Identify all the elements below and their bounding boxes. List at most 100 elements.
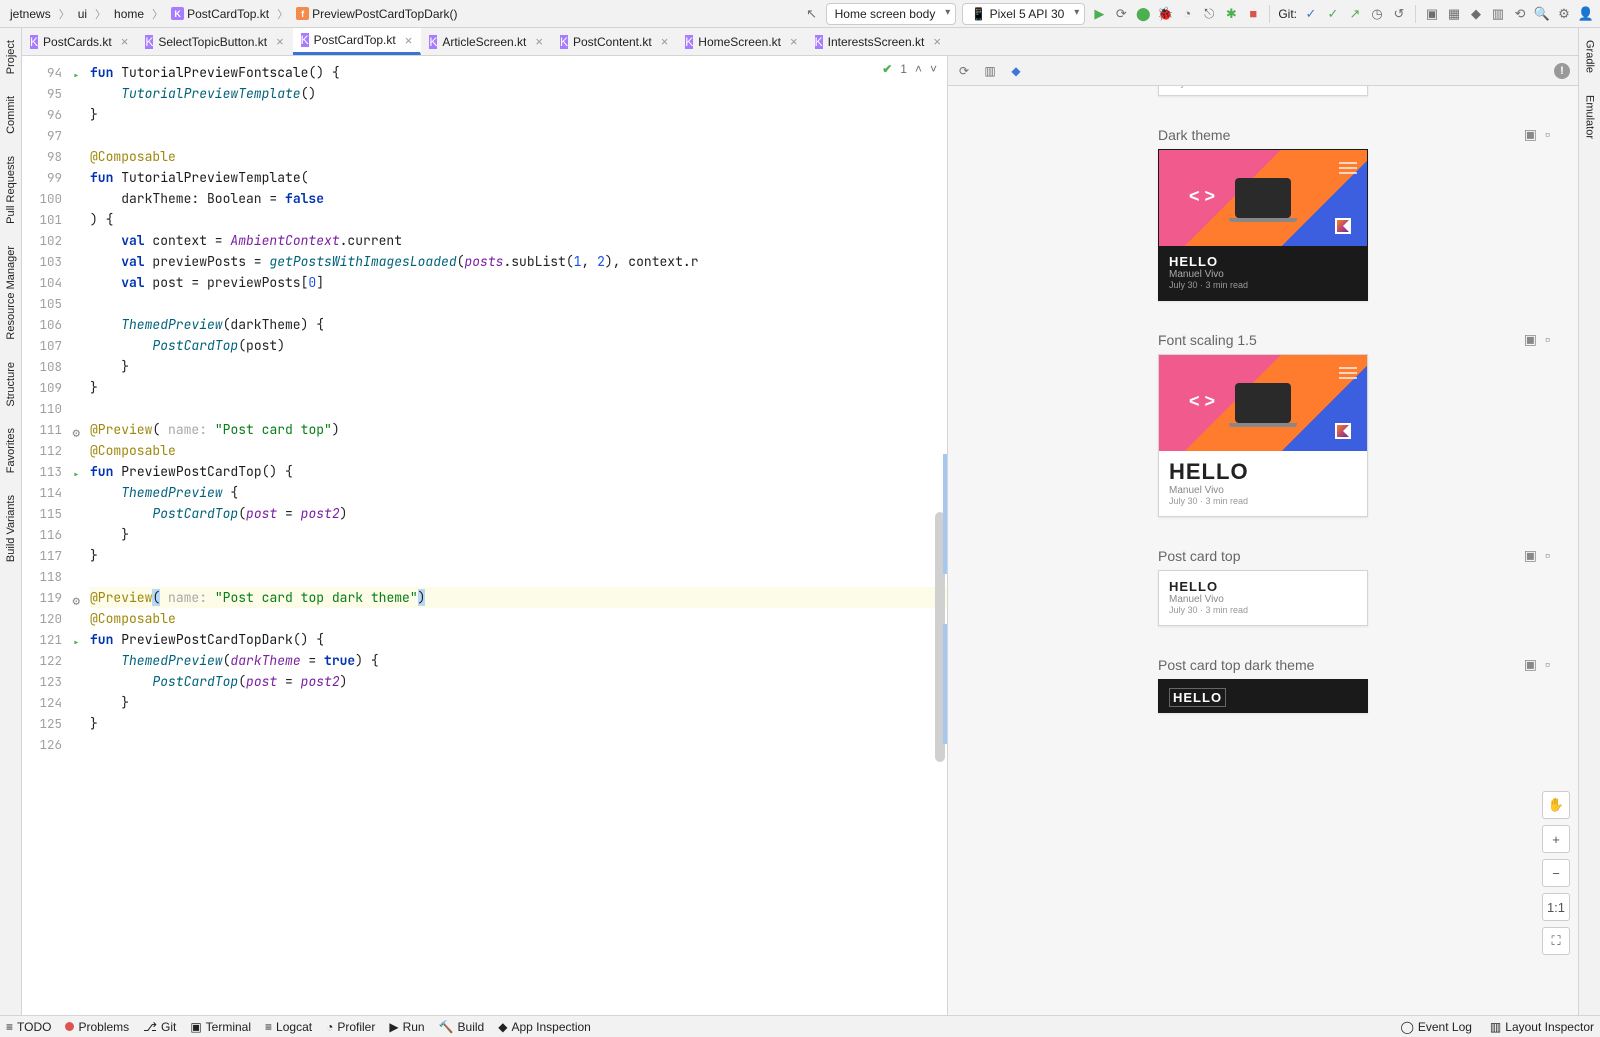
card-title: HELLO (1169, 688, 1226, 707)
close-icon[interactable]: × (933, 34, 941, 49)
git-commit-icon[interactable]: ✓ (1325, 6, 1341, 22)
right-tool-tab[interactable]: Gradle (1582, 34, 1598, 79)
git-update-icon[interactable]: ✓ (1303, 6, 1319, 22)
deploy-icon[interactable]: ▣ (1524, 126, 1537, 143)
coverage-icon[interactable]: 🐞 (1157, 6, 1173, 22)
animate-icon[interactable]: ▫ (1545, 126, 1550, 143)
breadcrumb-folder[interactable]: ui (74, 5, 91, 23)
resource-icon[interactable]: ◆ (1468, 6, 1484, 22)
left-tool-tab[interactable]: Commit (3, 90, 19, 140)
search-icon[interactable]: 🔍 (1534, 6, 1550, 22)
editor-tab[interactable]: KPostCardTop.kt× (293, 28, 422, 55)
editor-tab[interactable]: KPostContent.kt× (552, 28, 677, 55)
preview-card[interactable]: Manuel VivoJuly 30 · 3 min read (1158, 86, 1368, 96)
todo-tab[interactable]: ≡ TODO (6, 1020, 51, 1034)
animate-icon[interactable]: ▫ (1545, 331, 1550, 348)
left-tool-tab[interactable]: Pull Requests (3, 150, 19, 230)
interactive-icon[interactable]: ▥ (982, 63, 998, 79)
inspection-widget[interactable]: ✔ 1 ˄ ˅ (882, 62, 937, 76)
run-tab[interactable]: ▶ Run (389, 1020, 424, 1034)
settings-gutter-icon[interactable]: ⚙ (66, 422, 80, 436)
run-gutter-icon[interactable]: ▸ (66, 632, 80, 646)
breadcrumb-folder[interactable]: home (110, 5, 148, 23)
avd-icon[interactable]: ▣ (1424, 6, 1440, 22)
warning-icon[interactable]: ! (1554, 63, 1570, 79)
close-icon[interactable]: × (661, 34, 669, 49)
deploy-icon[interactable]: ▣ (1524, 331, 1537, 348)
close-icon[interactable]: × (121, 34, 129, 49)
zoom-reset-button[interactable]: ⛶ (1542, 927, 1570, 955)
chevron-right-icon: 〉 (59, 6, 70, 22)
profiler-tab[interactable]: ◔ Profiler (326, 1020, 375, 1034)
right-tool-tab[interactable]: Emulator (1582, 89, 1598, 145)
terminal-tab[interactable]: ▣ Terminal (190, 1020, 251, 1034)
preview-card[interactable]: < >HELLOManuel VivoJuly 30 · 3 min read (1158, 354, 1368, 517)
code-editor[interactable]: 94▸9596979899100101102103104105106107108… (22, 56, 948, 1015)
run-config-dropdown[interactable]: Home screen body (826, 3, 957, 25)
left-tool-tab[interactable]: Favorites (3, 422, 19, 479)
more-icon[interactable]: ✱ (1223, 6, 1239, 22)
close-icon[interactable]: × (535, 34, 543, 49)
editor-tab[interactable]: KHomeScreen.kt× (677, 28, 806, 55)
history-icon[interactable]: ◷ (1369, 6, 1385, 22)
zoom-out-button[interactable]: − (1542, 859, 1570, 887)
left-tool-tab[interactable]: Structure (3, 356, 19, 413)
layers-icon[interactable]: ◆ (1008, 63, 1024, 79)
git-push-icon[interactable]: ↗ (1347, 6, 1363, 22)
run-gutter-icon[interactable]: ▸ (66, 65, 80, 79)
back-icon[interactable]: ↖ (804, 6, 820, 22)
logcat-tab[interactable]: ≡ Logcat (265, 1020, 312, 1034)
zoom-fit-button[interactable]: 1:1 (1542, 893, 1570, 921)
sync-icon[interactable]: ⟲ (1512, 6, 1528, 22)
apply-changes-icon[interactable]: ⟳ (1113, 6, 1129, 22)
close-icon[interactable]: × (276, 34, 284, 49)
code-area[interactable]: fun TutorialPreviewFontscale() { Tutoria… (84, 56, 947, 1015)
git-tab[interactable]: ⎇ Git (143, 1020, 176, 1034)
pan-button[interactable]: ✋ (1542, 791, 1570, 819)
layout-inspector-tab[interactable]: ▥ Layout Inspector (1490, 1020, 1594, 1034)
settings-icon[interactable]: ⚙ (1556, 6, 1572, 22)
change-marker (943, 454, 947, 574)
editor-tab[interactable]: KSelectTopicButton.kt× (137, 28, 292, 55)
profile-icon[interactable]: ◔ (1179, 6, 1195, 22)
animate-icon[interactable]: ▫ (1545, 547, 1550, 564)
breadcrumb-function[interactable]: fPreviewPostCardTopDark() (292, 5, 461, 23)
zoom-in-button[interactable]: + (1542, 825, 1570, 853)
stop-icon[interactable]: ■ (1245, 6, 1261, 22)
up-icon[interactable]: ˄ (915, 62, 922, 76)
layout-icon[interactable]: ▥ (1490, 6, 1506, 22)
preview-title: Font scaling 1.5▣▫ (1158, 331, 1578, 348)
build-tab[interactable]: 🔨 Build (439, 1020, 485, 1034)
editor-tab[interactable]: KInterestsScreen.kt× (807, 28, 950, 55)
preview-canvas[interactable]: Manuel VivoJuly 30 · 3 min readDark them… (948, 86, 1578, 1015)
sdk-icon[interactable]: ▦ (1446, 6, 1462, 22)
down-icon[interactable]: ˅ (930, 62, 937, 76)
preview-card[interactable]: HELLO (1158, 679, 1368, 713)
refresh-icon[interactable]: ⟳ (956, 63, 972, 79)
run-icon[interactable]: ▶ (1091, 6, 1107, 22)
close-icon[interactable]: × (405, 33, 413, 48)
breadcrumb-file[interactable]: KPostCardTop.kt (167, 5, 273, 23)
left-tool-tab[interactable]: Resource Manager (3, 240, 19, 346)
editor-tab[interactable]: KPostCards.kt× (22, 28, 137, 55)
debug-icon[interactable]: ⬤ (1135, 6, 1151, 22)
app-inspection-tab[interactable]: ◆ App Inspection (498, 1020, 591, 1034)
attach-icon[interactable]: ⎋ (1201, 6, 1217, 22)
editor-tab[interactable]: KArticleScreen.kt× (421, 28, 552, 55)
close-icon[interactable]: × (790, 34, 798, 49)
event-log-tab[interactable]: ◯ Event Log (1400, 1020, 1471, 1034)
run-gutter-icon[interactable]: ▸ (66, 464, 80, 478)
animate-icon[interactable]: ▫ (1545, 656, 1550, 673)
user-icon[interactable]: 👤 (1578, 6, 1594, 22)
breadcrumb-project[interactable]: jetnews (6, 5, 55, 23)
deploy-icon[interactable]: ▣ (1524, 656, 1537, 673)
problems-tab[interactable]: Problems (65, 1020, 129, 1034)
settings-gutter-icon[interactable]: ⚙ (66, 590, 80, 604)
rollback-icon[interactable]: ↺ (1391, 6, 1407, 22)
preview-card[interactable]: HELLOManuel VivoJuly 30 · 3 min read (1158, 570, 1368, 626)
preview-card[interactable]: < >HELLOManuel VivoJuly 30 · 3 min read (1158, 149, 1368, 301)
left-tool-tab[interactable]: Project (3, 34, 19, 80)
device-dropdown[interactable]: 📱 Pixel 5 API 30 (962, 3, 1085, 25)
left-tool-tab[interactable]: Build Variants (3, 489, 19, 568)
deploy-icon[interactable]: ▣ (1524, 547, 1537, 564)
